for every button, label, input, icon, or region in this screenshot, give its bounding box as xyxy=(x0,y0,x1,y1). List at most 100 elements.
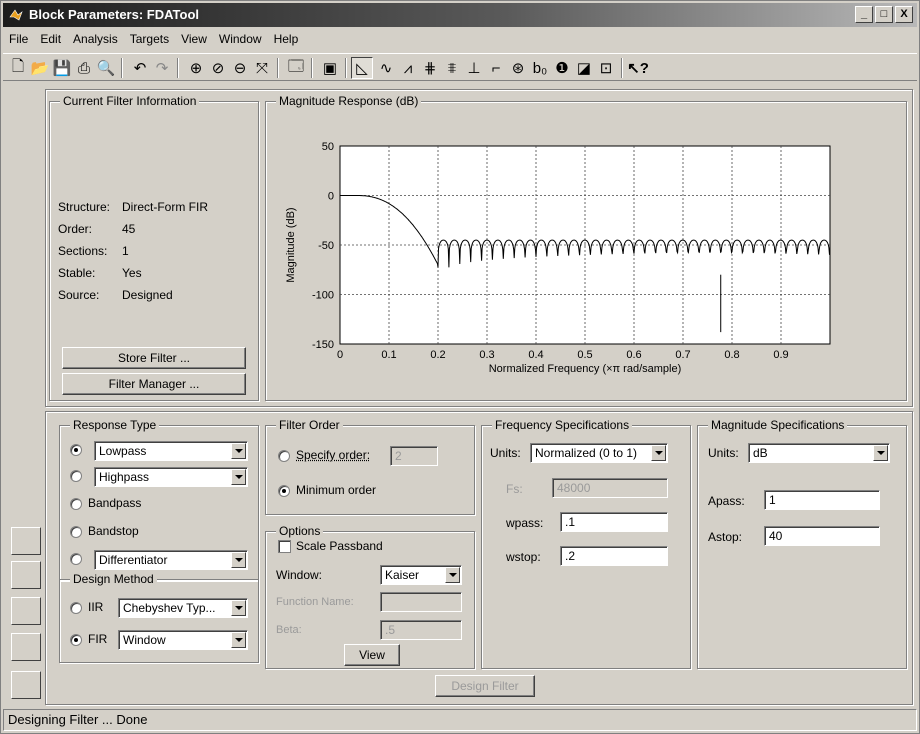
title-bar[interactable]: Block Parameters: FDATool _ □ X xyxy=(3,3,917,27)
specify-order-label[interactable]: Specify order: xyxy=(296,448,370,462)
import-filter-icon[interactable] xyxy=(11,633,41,661)
group-delay-icon[interactable]: ⋕ xyxy=(419,57,441,79)
fir-label[interactable]: FIR xyxy=(88,632,107,646)
zoom-y-icon[interactable]: ⊖ xyxy=(229,57,251,79)
zoom-in-icon[interactable]: ⊕ xyxy=(185,57,207,79)
bandstop-label[interactable]: Bandstop xyxy=(88,524,139,538)
apass-input[interactable]: 1 xyxy=(764,490,880,510)
highpass-dropdown[interactable]: Highpass xyxy=(94,467,248,487)
minimum-order-radio[interactable] xyxy=(278,485,290,497)
maximize-button[interactable]: □ xyxy=(875,6,893,23)
open-folder-icon[interactable]: 📂 xyxy=(29,57,51,79)
x-tick-label: 0 xyxy=(337,349,343,361)
mag-units-dropdown[interactable]: dB xyxy=(748,443,890,463)
pole-zero-icon[interactable]: ⊛ xyxy=(507,57,529,79)
magnitude-response-panel: Magnitude Response (dB) 0 0.1 0.2 0.3 0.4 0.5… xyxy=(265,94,907,401)
x-tick-label: 0.6 xyxy=(626,349,641,361)
info-icon[interactable]: ❶ xyxy=(551,57,573,79)
undo-icon[interactable]: ↶ xyxy=(129,57,151,79)
order-input[interactable]: 2 xyxy=(390,446,438,466)
astop-input[interactable]: 40 xyxy=(764,526,880,546)
info-sections: Sections: 1 xyxy=(58,244,129,258)
window-dropdown[interactable]: Kaiser xyxy=(380,565,462,585)
filter-order-title: Filter Order xyxy=(276,418,343,432)
zoom-x-icon[interactable]: ⊘ xyxy=(207,57,229,79)
noise-icon[interactable]: ⊡ xyxy=(595,57,617,79)
iir-radio[interactable] xyxy=(70,602,82,614)
filter-manager-button[interactable]: Filter Manager ... xyxy=(62,373,246,395)
chevron-down-icon xyxy=(651,445,666,461)
round-off-icon[interactable]: ◪ xyxy=(573,57,595,79)
app-icon xyxy=(9,9,23,21)
step-response-icon[interactable]: ⌐ xyxy=(485,57,507,79)
differentiator-radio[interactable] xyxy=(70,553,82,565)
iir-label[interactable]: IIR xyxy=(88,600,103,614)
iir-method-dropdown[interactable]: Chebyshev Typ... xyxy=(118,598,248,618)
redo-icon[interactable]: ↷ xyxy=(151,57,173,79)
whats-this-help-icon[interactable]: ↖? xyxy=(627,57,649,79)
freq-units-dropdown[interactable]: Normalized (0 to 1) xyxy=(530,443,668,463)
bandpass-radio[interactable] xyxy=(70,498,82,510)
wpass-label: wpass: xyxy=(506,516,544,530)
chevron-down-icon xyxy=(231,443,246,459)
menu-file[interactable]: File xyxy=(3,29,34,51)
magnitude-response-icon[interactable]: ◺ xyxy=(351,57,373,79)
bandpass-label[interactable]: Bandpass xyxy=(88,496,141,510)
y-tick-label: 0 xyxy=(328,191,334,203)
print-preview-icon[interactable]: 🔍 xyxy=(95,57,117,79)
specify-order-radio[interactable] xyxy=(278,450,290,462)
y-tick-label: -50 xyxy=(318,240,334,252)
fir-method-dropdown[interactable]: Window xyxy=(118,630,248,650)
impulse-response-icon[interactable]: ⊥ xyxy=(463,57,485,79)
menu-help[interactable]: Help xyxy=(268,29,305,51)
differentiator-dropdown[interactable]: Differentiator xyxy=(94,550,248,570)
function-name-input[interactable] xyxy=(380,592,462,612)
x-tick-label: 0.9 xyxy=(773,349,788,361)
minimize-button[interactable]: _ xyxy=(855,6,873,23)
function-name-label: Function Name: xyxy=(276,596,354,608)
menu-view[interactable]: View xyxy=(175,29,213,51)
menu-window[interactable]: Window xyxy=(213,29,268,51)
mag-phase-icon[interactable]: ⩘ xyxy=(397,57,419,79)
design-method-panel: Design Method IIR Chebyshev Typ... FIR W… xyxy=(59,572,259,663)
store-filter-button[interactable]: Store Filter ... xyxy=(62,347,246,369)
menu-edit[interactable]: Edit xyxy=(34,29,67,51)
design-filter-icon[interactable] xyxy=(11,671,41,699)
pole-zero-editor-icon[interactable] xyxy=(11,597,41,625)
x-tick-label: 0.2 xyxy=(430,349,445,361)
toolbar: 🗋 📂 💾 ⎙ 🔍 ↶ ↷ ⊕ ⊘ ⊖ ⤧ 🗔 ▣ ◺ ∿ ⩘ ⋕ ⩨ ⊥ ⌐ … xyxy=(3,53,917,81)
beta-input[interactable]: .5 xyxy=(380,620,462,640)
y-tick-label: -150 xyxy=(312,339,334,351)
menu-targets[interactable]: Targets xyxy=(124,29,175,51)
fs-input[interactable]: 48000 xyxy=(552,478,668,498)
scale-passband-label[interactable]: Scale Passband xyxy=(296,539,383,553)
x-axis-label: Normalized Frequency (×π rad/sample) xyxy=(489,363,682,375)
new-window-icon[interactable]: 🗔 xyxy=(285,57,307,79)
coefficients-icon[interactable]: b₀ xyxy=(529,57,551,79)
scale-passband-checkbox[interactable] xyxy=(278,540,291,553)
phase-response-icon[interactable]: ∿ xyxy=(375,57,397,79)
menu-analysis[interactable]: Analysis xyxy=(67,29,124,51)
lowpass-dropdown[interactable]: Lowpass xyxy=(94,441,248,461)
minimum-order-label[interactable]: Minimum order xyxy=(296,483,376,497)
fir-radio[interactable] xyxy=(70,634,82,646)
print-icon[interactable]: ⎙ xyxy=(73,57,95,79)
close-button[interactable]: X xyxy=(895,6,913,23)
lowpass-radio[interactable] xyxy=(70,444,82,456)
magnitude-chart[interactable]: 0 0.1 0.2 0.3 0.4 0.5 0.6 0.7 0.8 0.9 50 0 -50 -100 -1… xyxy=(266,102,906,400)
full-view-icon[interactable]: ⤧ xyxy=(251,57,273,79)
view-button[interactable]: View xyxy=(344,644,400,666)
phase-delay-icon[interactable]: ⩨ xyxy=(441,57,463,79)
highpass-radio[interactable] xyxy=(70,470,82,482)
wstop-label: wstop: xyxy=(506,550,541,564)
new-file-icon[interactable]: 🗋 xyxy=(7,57,29,79)
filter-specs-icon[interactable]: ▣ xyxy=(319,57,341,79)
transform-filter-icon[interactable] xyxy=(11,527,41,555)
bandstop-radio[interactable] xyxy=(70,526,82,538)
wstop-input[interactable]: .2 xyxy=(560,546,668,566)
wpass-input[interactable]: .1 xyxy=(560,512,668,532)
save-icon[interactable]: 💾 xyxy=(51,57,73,79)
realize-model-icon[interactable] xyxy=(11,561,41,589)
design-filter-button[interactable]: Design Filter xyxy=(435,675,535,697)
beta-label: Beta: xyxy=(276,624,302,636)
